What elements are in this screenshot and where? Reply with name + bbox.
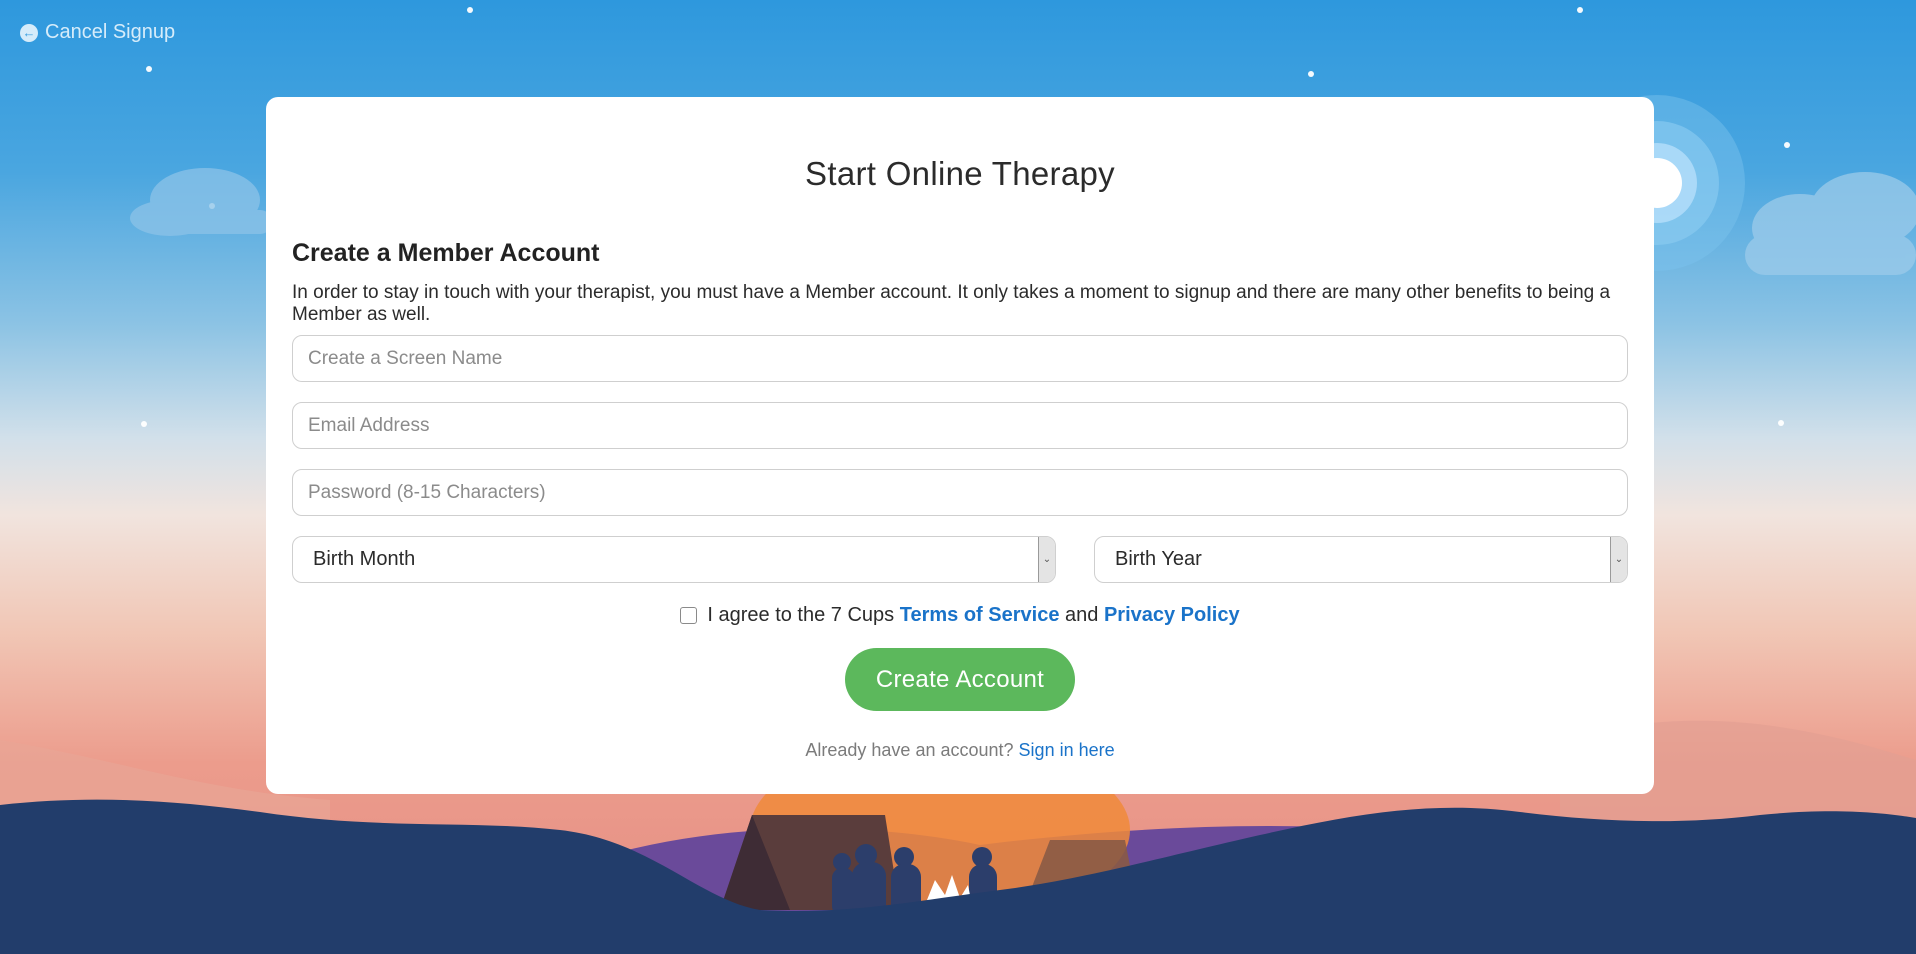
birth-year-value: Birth Year xyxy=(1115,548,1202,570)
star-icon xyxy=(1308,71,1314,77)
email-input[interactable] xyxy=(292,402,1628,449)
star-icon xyxy=(1577,7,1583,13)
signup-card: Start Online Therapy Create a Member Acc… xyxy=(266,97,1654,794)
star-icon xyxy=(467,7,473,13)
birth-select-row: Birth Month ⌄ Birth Year ⌄ xyxy=(292,536,1628,583)
agree-and-text: and xyxy=(1065,604,1099,626)
star-icon xyxy=(209,203,215,209)
agree-text: I agree to the 7 Cups Terms of Service a… xyxy=(707,604,1239,627)
cancel-signup-label: Cancel Signup xyxy=(45,21,176,43)
signin-prompt: Already have an account? Sign in here xyxy=(292,740,1628,761)
password-input[interactable] xyxy=(292,469,1628,516)
sign-in-link[interactable]: Sign in here xyxy=(1019,740,1115,760)
arrow-circle-left-icon: ← xyxy=(20,23,38,42)
page-title: Start Online Therapy xyxy=(805,155,1115,192)
agree-checkbox[interactable] xyxy=(680,607,698,624)
star-icon xyxy=(1778,420,1784,426)
star-icon xyxy=(141,421,147,427)
description-text: In order to stay in touch with your ther… xyxy=(292,282,1611,325)
terms-agreement: I agree to the 7 Cups Terms of Service a… xyxy=(292,604,1628,627)
section-heading: Create a Member Account xyxy=(292,239,600,267)
birth-year-select[interactable]: Birth Year ⌄ xyxy=(1094,536,1628,583)
signin-prompt-text: Already have an account? xyxy=(805,740,1014,760)
birth-month-value: Birth Month xyxy=(313,548,416,570)
star-icon xyxy=(1784,142,1790,148)
privacy-policy-link[interactable]: Privacy Policy xyxy=(1104,604,1240,626)
agree-prefix-text: I agree to the 7 Cups xyxy=(707,604,895,626)
terms-of-service-link[interactable]: Terms of Service xyxy=(900,604,1060,626)
create-account-button[interactable]: Create Account xyxy=(845,648,1075,711)
chevron-down-icon: ⌄ xyxy=(1038,537,1055,582)
star-icon xyxy=(146,66,152,72)
birth-month-select[interactable]: Birth Month ⌄ xyxy=(292,536,1056,583)
chevron-down-icon: ⌄ xyxy=(1610,537,1627,582)
screen-name-input[interactable] xyxy=(292,335,1628,382)
cancel-signup-link[interactable]: ← Cancel Signup xyxy=(20,21,175,44)
